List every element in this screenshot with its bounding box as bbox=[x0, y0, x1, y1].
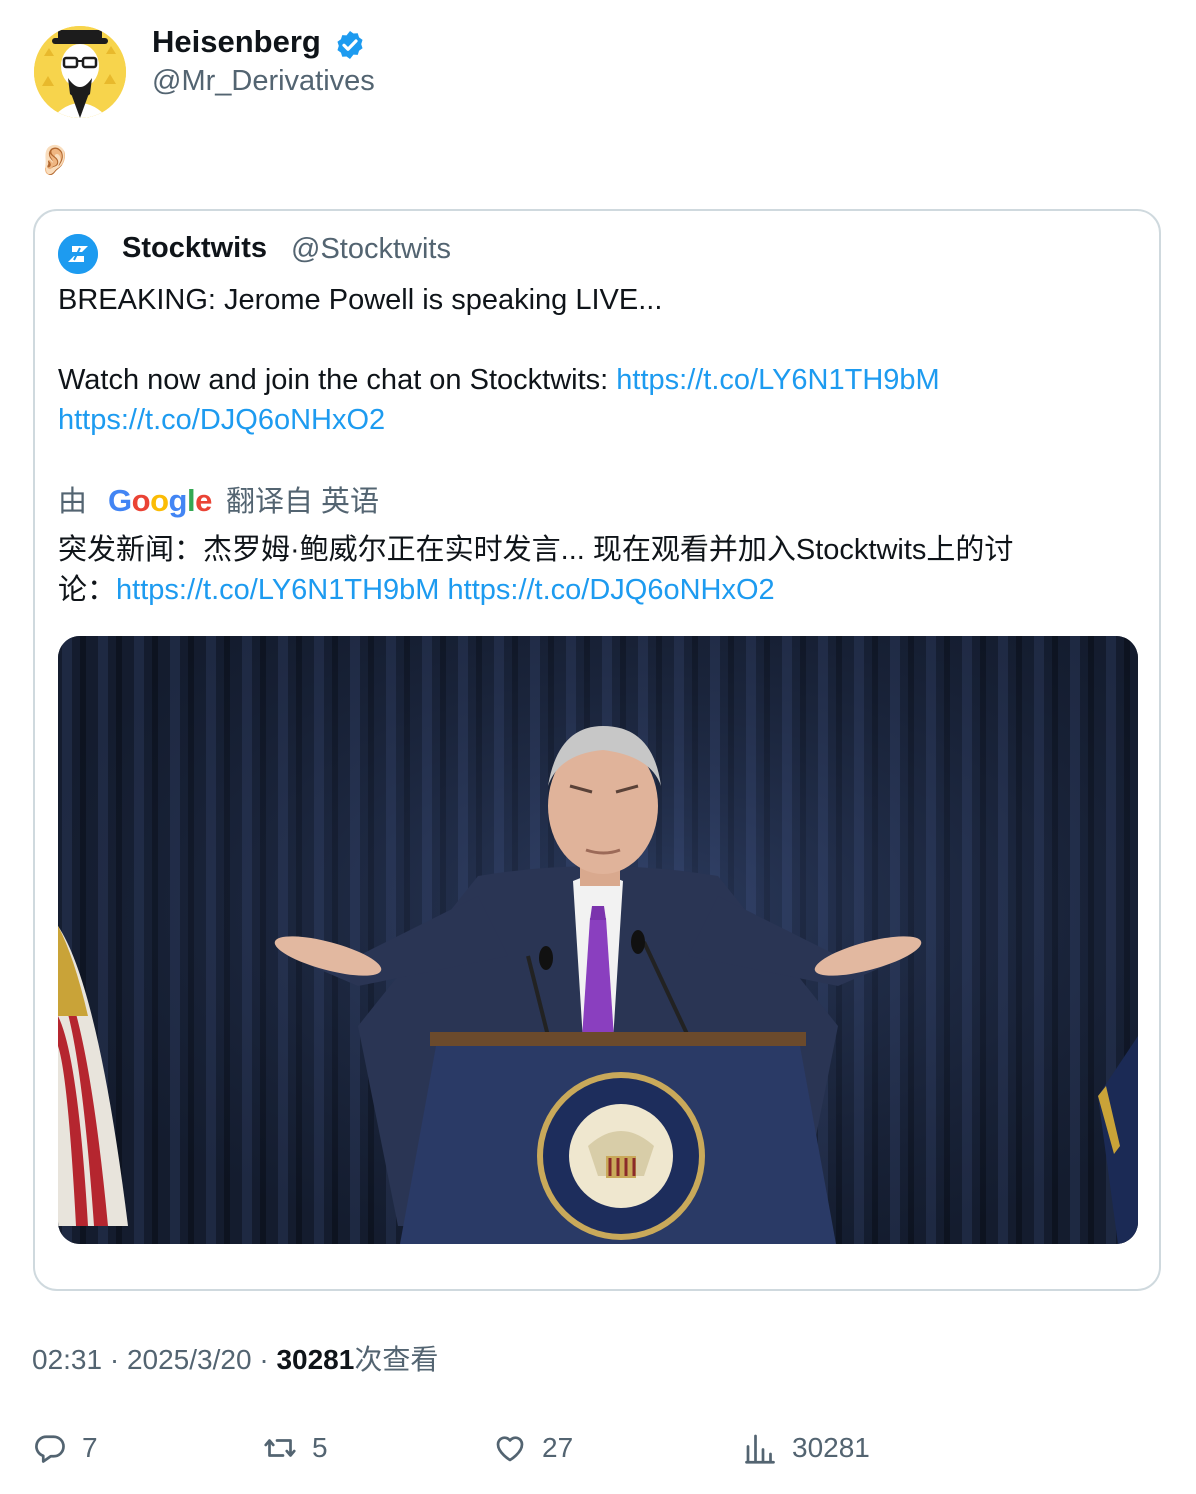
translation-line2: 论：https://t.co/LY6N1TH9bM https://t.co/D… bbox=[58, 570, 775, 610]
author-avatar[interactable] bbox=[34, 26, 126, 118]
translated-by-prefix: 由 bbox=[58, 486, 88, 518]
quoted-text-line2-body: Watch now and join the chat on Stocktwit… bbox=[58, 364, 617, 396]
google-logo: Google bbox=[108, 483, 212, 518]
verified-badge-icon bbox=[334, 29, 366, 61]
like-icon bbox=[496, 1436, 524, 1462]
quoted-author-handle[interactable]: @Stocktwits bbox=[291, 231, 451, 267]
translated-from-label[interactable]: 翻译自 英语 bbox=[226, 482, 379, 522]
tweet-timestamp[interactable]: 02:31 · 2025/3/20 · 30281次查看 bbox=[32, 1342, 438, 1378]
separator-dot: · bbox=[259, 1344, 269, 1375]
author-name[interactable]: Heisenberg bbox=[152, 24, 321, 60]
quoted-author-name[interactable]: Stocktwits bbox=[122, 230, 267, 266]
translation-line2-prefix: 论： bbox=[58, 574, 117, 606]
view-count: 30281 bbox=[276, 1344, 355, 1375]
reply-button[interactable]: 7 bbox=[32, 1428, 98, 1468]
media-photo[interactable] bbox=[58, 636, 1138, 1244]
quoted-link-1[interactable]: https://t.co/LY6N1TH9bM bbox=[616, 364, 939, 396]
quoted-text-line1: BREAKING: Jerome Powell is speaking LIVE… bbox=[58, 284, 663, 316]
translation-link-2[interactable]: https://t.co/DJQ6oNHxO2 bbox=[448, 574, 775, 606]
timestamp-date[interactable]: 2025/3/20 bbox=[127, 1344, 252, 1375]
views-icon bbox=[745, 1434, 775, 1464]
retweet-button[interactable]: 5 bbox=[262, 1428, 328, 1468]
quoted-text-line2: Watch now and join the chat on Stocktwit… bbox=[58, 360, 940, 400]
ear-emoji: 👂🏻 bbox=[36, 144, 74, 177]
view-suffix: 次查看 bbox=[354, 1344, 439, 1375]
timestamp-time[interactable]: 02:31 bbox=[32, 1344, 102, 1375]
views-count: 30281 bbox=[792, 1432, 870, 1463]
quoted-text-line3: https://t.co/DJQ6oNHxO2 bbox=[58, 400, 385, 440]
views-button[interactable]: 30281 bbox=[742, 1428, 870, 1468]
retweet-icon bbox=[264, 1439, 296, 1457]
author-handle[interactable]: @Mr_Derivatives bbox=[152, 64, 375, 98]
quoted-link-2[interactable]: https://t.co/DJQ6oNHxO2 bbox=[58, 404, 385, 436]
stocktwits-logo-icon bbox=[58, 234, 98, 274]
reply-icon bbox=[35, 1435, 65, 1463]
translation-line1: 突发新闻：杰罗姆·鲍威尔正在实时发言... 现在观看并加入Stocktwits上… bbox=[58, 534, 1014, 566]
separator-dot: · bbox=[109, 1344, 120, 1375]
like-button[interactable]: 27 bbox=[492, 1428, 573, 1468]
reply-count: 7 bbox=[82, 1432, 98, 1463]
retweet-count: 5 bbox=[312, 1432, 328, 1463]
like-count: 27 bbox=[542, 1432, 574, 1463]
translation-link-1[interactable]: https://t.co/LY6N1TH9bM bbox=[116, 574, 439, 606]
